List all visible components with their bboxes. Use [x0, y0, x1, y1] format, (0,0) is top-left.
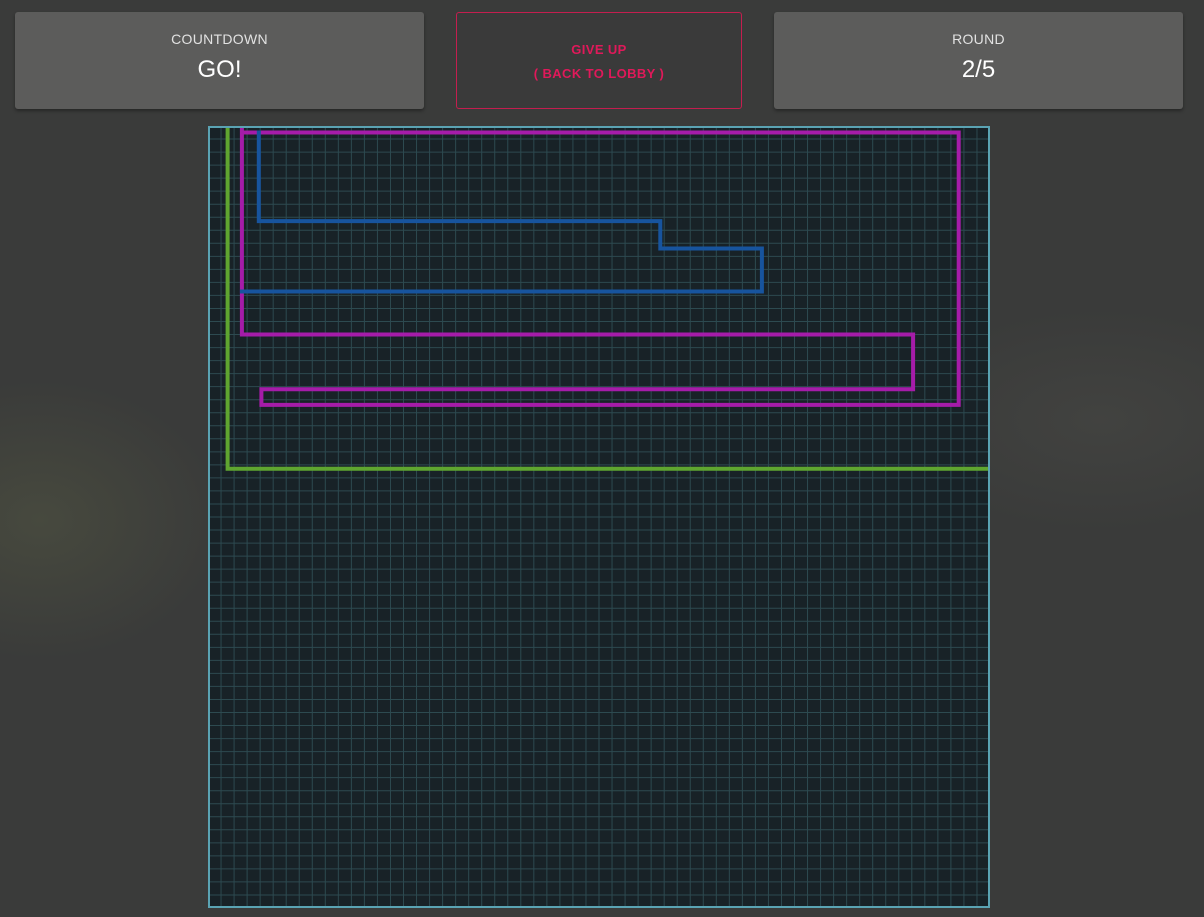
round-panel: ROUND 2/5: [774, 12, 1183, 109]
give-up-button[interactable]: GIVE UP ( BACK TO LOBBY ): [456, 12, 742, 109]
give-up-label: GIVE UP: [571, 42, 627, 57]
arena-grid: [208, 126, 990, 908]
back-to-lobby-label: ( BACK TO LOBBY ): [533, 66, 665, 81]
countdown-label: COUNTDOWN: [171, 31, 268, 47]
countdown-value: GO!: [197, 56, 242, 83]
round-label: ROUND: [952, 31, 1005, 47]
game-arena[interactable]: [208, 126, 990, 908]
round-value: 2/5: [961, 56, 996, 83]
countdown-panel: COUNTDOWN GO!: [15, 12, 424, 109]
